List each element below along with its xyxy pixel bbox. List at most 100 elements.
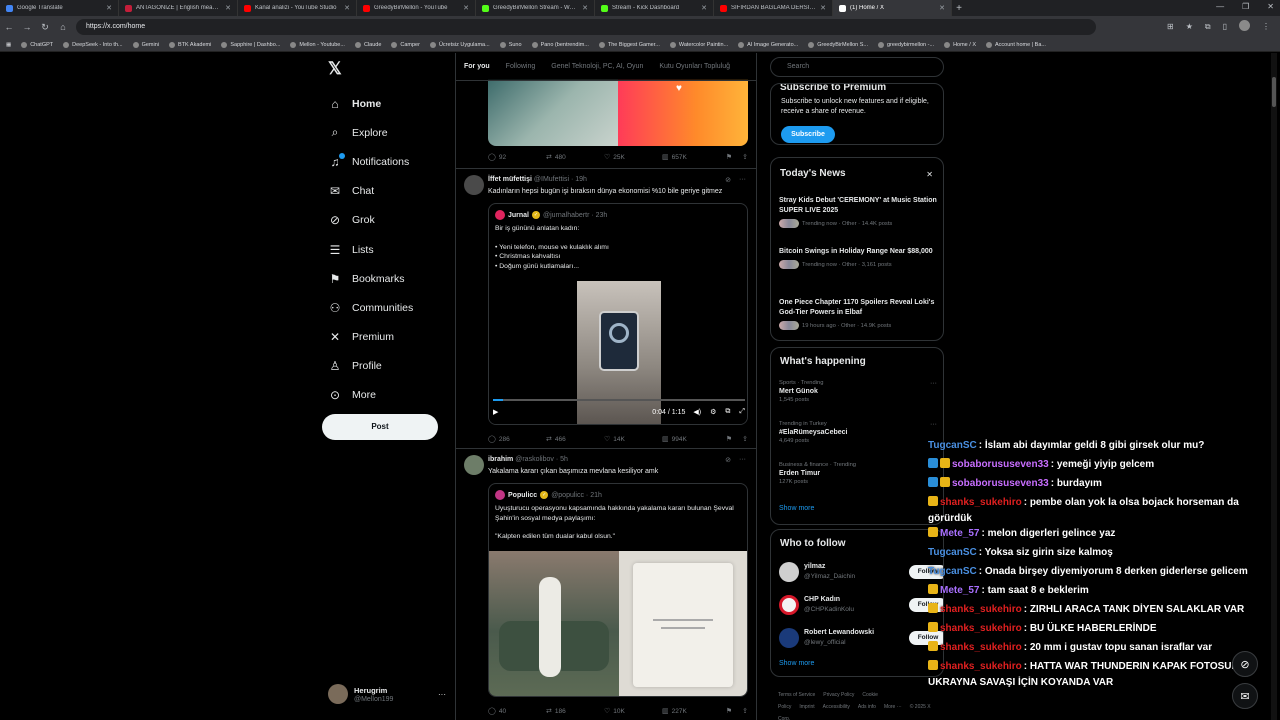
show-more-link[interactable]: Show more xyxy=(779,660,814,667)
bookmark-item[interactable]: Pano (bentrendim... xyxy=(531,41,589,48)
footer-link[interactable]: Ads info xyxy=(858,704,876,710)
follow-suggestion[interactable]: CHP Kadın@CHPKadinKoluFollow xyxy=(779,595,943,619)
views-button[interactable]: ▥ 227K xyxy=(662,707,720,716)
like-button[interactable]: ♡ 10K xyxy=(604,707,662,716)
minimize-icon[interactable]: — xyxy=(1216,2,1224,11)
account-switcher[interactable]: Herugrim @Mellon199 ··· xyxy=(328,682,446,706)
bookmark-item[interactable]: Home / X xyxy=(944,41,976,48)
tweet[interactable]: ibrahim @raskolibov · 5h ⊘ ··· Yakalama k… xyxy=(456,449,756,720)
profile-icon[interactable] xyxy=(1239,20,1250,33)
scrollbar[interactable] xyxy=(1271,53,1277,720)
bookmark-item[interactable]: Claude xyxy=(354,41,381,48)
repost-button[interactable]: ⇄ 186 xyxy=(546,707,604,716)
close-icon[interactable]: ✕ xyxy=(820,4,826,12)
messages-fab-icon[interactable]: ✉ xyxy=(1232,683,1258,709)
close-icon[interactable]: ✕ xyxy=(582,4,588,12)
bookmark-item[interactable]: GreedyBirMellon S... xyxy=(808,41,868,48)
reload-icon[interactable]: ↻ xyxy=(36,22,54,33)
repost-button[interactable]: ⇄ 480 xyxy=(546,153,604,162)
news-item[interactable]: One Piece Chapter 1170 Spoilers Reveal L… xyxy=(779,298,937,330)
nav-item-home[interactable]: ⌂ Home xyxy=(328,89,468,118)
quoted-tweet[interactable]: Populicc ✓ @populicc · 21h Uyuşturucu oper… xyxy=(488,483,748,697)
maximize-icon[interactable]: ❐ xyxy=(1242,2,1249,11)
author-name[interactable]: İffet müfettişi xyxy=(488,176,532,183)
grok-icon[interactable]: ⊘ xyxy=(725,456,731,464)
more-dots-icon[interactable]: ··· xyxy=(930,380,937,387)
pip-icon[interactable]: ⧉ xyxy=(725,408,730,416)
nav-item-explore[interactable]: ⌕ Explore xyxy=(328,118,468,147)
browser-tab[interactable]: Stream - Kick Dashboard ✕ xyxy=(595,0,714,16)
post-button[interactable]: Post xyxy=(322,414,438,440)
tab-list-tech[interactable]: Genel Teknoloji, PC, AI, Oyun xyxy=(543,63,651,70)
quote-media[interactable] xyxy=(489,551,747,696)
bookmark-item[interactable]: Camper xyxy=(391,41,420,48)
fullscreen-icon[interactable]: ⤢ xyxy=(739,408,745,416)
grok-icon[interactable]: ⊘ xyxy=(725,176,731,184)
menu-icon[interactable]: ⋮ xyxy=(1262,22,1270,31)
reply-button[interactable]: ◯ 40 xyxy=(488,707,546,716)
nav-item-communities[interactable]: ⚇ Communities xyxy=(328,293,468,322)
close-icon[interactable]: ✕ xyxy=(225,4,231,12)
tab-following[interactable]: Following xyxy=(498,63,544,70)
close-icon[interactable]: ✕ xyxy=(463,4,469,12)
bookmark-item[interactable]: AI Image Generato... xyxy=(738,41,798,48)
repost-button[interactable]: ⇄ 466 xyxy=(546,435,604,444)
browser-tab[interactable]: Kanal analizi - YouTube Studio ✕ xyxy=(238,0,357,16)
close-icon[interactable]: ✕ xyxy=(106,4,112,12)
apps-icon[interactable]: ▦ xyxy=(6,42,11,48)
close-icon[interactable]: ✕ xyxy=(344,4,350,12)
close-icon[interactable]: ✕ xyxy=(701,4,707,12)
extensions-icon[interactable]: ⧉ xyxy=(1205,22,1211,32)
bookmark-item[interactable]: Suno xyxy=(499,41,522,48)
follow-suggestion[interactable]: Robert Lewandowski @lewy_official Follow xyxy=(779,628,943,652)
nav-item-lists[interactable]: ☰ Lists xyxy=(328,235,468,264)
star-icon[interactable]: ★ xyxy=(1186,22,1193,31)
bookmark-icon[interactable]: ⚑ xyxy=(726,707,732,715)
share-icon[interactable]: ⇪ xyxy=(742,707,748,715)
settings-icon[interactable]: ⚙ xyxy=(710,408,716,416)
bookmark-item[interactable]: Gemini xyxy=(132,41,159,48)
sidebar-icon[interactable]: ▯ xyxy=(1223,22,1227,31)
bookmark-item[interactable]: Sapphire | Dashbo... xyxy=(221,41,280,48)
browser-tab[interactable]: SIFIRDAN BAĞLAMA DERSİ 3 (EN ✕ xyxy=(714,0,833,16)
news-item[interactable]: Bitcoin Swings in Holiday Range Near $88… xyxy=(779,247,937,269)
avatar[interactable] xyxy=(464,175,484,195)
home-browser-icon[interactable]: ⌂ xyxy=(54,22,72,32)
browser-tab[interactable]: GreedyBirMellon - YouTube ✕ xyxy=(357,0,476,16)
nav-item-notifications[interactable]: ♫ Notifications xyxy=(328,147,468,176)
volume-icon[interactable]: ◀) xyxy=(693,408,701,416)
views-button[interactable]: ▥ 994K xyxy=(662,435,720,444)
browser-tab-active[interactable]: (1) Home / X ✕ xyxy=(833,0,952,16)
author-handle[interactable]: @raskolibov · 5h xyxy=(515,456,568,463)
url-field[interactable]: https://x.com/home xyxy=(76,19,1096,35)
footer-link[interactable]: Terms of Service xyxy=(778,692,815,698)
bookmark-icon[interactable]: ⚑ xyxy=(726,153,732,161)
tweet-media[interactable]: ♥ xyxy=(488,79,748,146)
show-more-link[interactable]: Show more xyxy=(779,505,814,512)
more-dots-icon[interactable]: ··· xyxy=(739,456,746,464)
reply-button[interactable]: ◯ 92 xyxy=(488,153,546,162)
close-icon[interactable]: ✕ xyxy=(939,4,945,12)
footer-link[interactable]: Privacy Policy xyxy=(823,692,854,698)
news-item[interactable]: Stray Kids Debut 'CEREMONY' at Music Sta… xyxy=(779,196,937,228)
nav-item-premium[interactable]: ✕ Premium xyxy=(328,323,468,352)
browser-tab[interactable]: GreedyBirMellon Stream - Watch ✕ xyxy=(476,0,595,16)
share-icon[interactable]: ⇪ xyxy=(742,435,748,443)
nav-item-grok[interactable]: ⊘ Grok xyxy=(328,206,468,235)
author-name[interactable]: ibrahim xyxy=(488,456,513,463)
close-icon[interactable]: ✕ xyxy=(926,170,933,179)
reply-button[interactable]: ◯ 286 xyxy=(488,435,546,444)
like-button[interactable]: ♡ 14K xyxy=(604,435,662,444)
bookmark-item[interactable]: Watercolor Paintin... xyxy=(669,41,728,48)
nav-item-more[interactable]: ⊙ More xyxy=(328,381,468,410)
browser-tab[interactable]: ANTAGONIZE | English meaning ✕ xyxy=(119,0,238,16)
forward-icon[interactable]: → xyxy=(18,22,36,32)
subscribe-button[interactable]: Subscribe xyxy=(781,126,835,143)
follow-suggestion[interactable]: yilmaz @Yilmaz_Daichin Follow xyxy=(779,562,943,586)
footer-link[interactable]: Accessibility xyxy=(823,704,850,710)
bookmark-icon[interactable]: ⚑ xyxy=(726,435,732,443)
quoted-tweet[interactable]: Jurnal ✓ @jurnalhabertr · 23h Bir iş günün… xyxy=(488,203,748,425)
tab-list-boardgames[interactable]: Kutu Oyunları Topluluğ xyxy=(651,63,738,70)
footer-link[interactable]: More ··· xyxy=(884,704,902,710)
footer-link[interactable]: Imprint xyxy=(799,704,814,710)
